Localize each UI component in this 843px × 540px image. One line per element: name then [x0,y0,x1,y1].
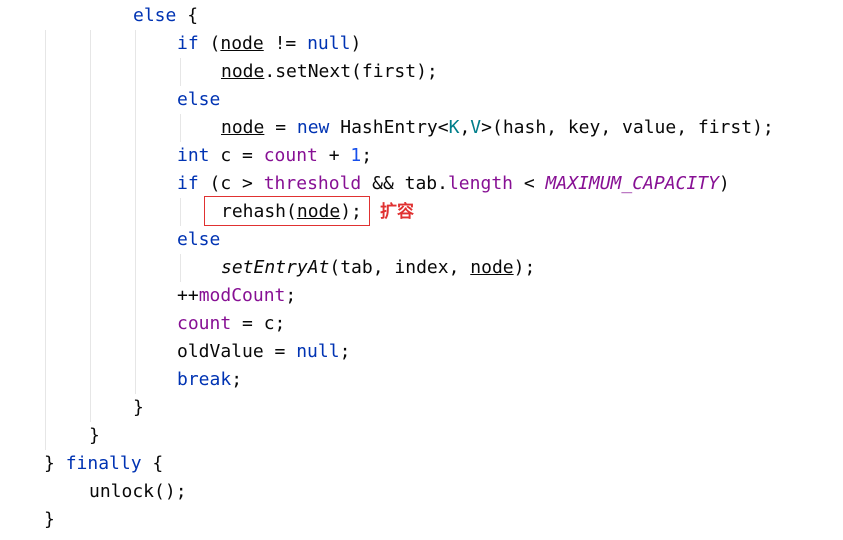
code-token: (c > [198,173,264,194]
indent-guide [180,198,181,226]
code-token: ; [285,285,297,306]
code-token: HashEntry< [329,117,449,138]
code-editor[interactable]: else { if (node != null) node.setNext(fi… [0,0,843,540]
code-token: } [44,453,66,474]
code-line-13: oldValue = null; [177,338,350,366]
field-token: modCount [198,285,286,306]
code-token: } [133,397,144,418]
code-token: ; [339,341,351,362]
field-token: count [263,145,318,166]
keyword-token: if [177,173,199,194]
code-token: = c; [231,313,286,334]
variable-token: node [220,33,264,54]
code-token: ); [513,257,536,278]
keyword-token: finally [65,453,142,474]
annotation-label: 扩容 [380,202,414,222]
code-line-8: rehash(node); [221,198,362,226]
constant-token: MAXIMUM_CAPACITY [545,173,719,194]
code-token: >(hash, key, value, first); [481,117,774,138]
keyword-token: else [133,5,177,26]
code-token: , [459,117,471,138]
field-token: threshold [263,173,362,194]
indent-guide [135,30,136,394]
variable-token: node [296,201,341,222]
keyword-token: new [296,117,330,138]
code-line-10: setEntryAt(tab, index, node); [221,254,535,282]
keyword-token: if [177,33,199,54]
code-token: ( [198,33,221,54]
code-token: .setNext(first); [264,61,438,82]
code-token: < [513,173,546,194]
keyword-token: null [296,341,340,362]
keyword-token: null [307,33,351,54]
code-token: = [264,117,297,138]
code-line-3: node.setNext(first); [221,58,438,86]
code-token: ); [340,201,362,222]
code-token: } [89,425,100,446]
variable-token: node [221,61,265,82]
code-token: unlock(); [89,481,187,502]
code-line-1: else { [133,2,198,30]
number-token: 1 [350,145,362,166]
code-line-5: node = new HashEntry<K,V>(hash, key, val… [221,114,774,142]
code-line-12: count = c; [177,310,285,338]
code-line-9: else [177,226,220,254]
code-token: && tab. [361,173,448,194]
code-token: { [141,453,164,474]
code-line-4: else [177,86,220,114]
variable-token: node [470,257,514,278]
code-line-7: if (c > threshold && tab.length < MAXIMU… [177,170,730,198]
method-token: setEntryAt [221,257,330,278]
keyword-token: break [177,369,232,390]
field-token: length [447,173,513,194]
indent-guide [45,30,46,450]
keyword-token: else [177,89,221,110]
field-token: count [177,313,232,334]
indent-guide [180,114,181,142]
indent-guide [90,30,91,422]
code-line-17: } finally { [44,450,163,478]
code-line-15: } [133,394,144,422]
code-token: ; [361,145,373,166]
code-line-11: ++modCount; [177,282,296,310]
generic-token: V [470,117,482,138]
code-token: + [317,145,351,166]
keyword-token: int [177,145,210,166]
code-line-14: break; [177,366,242,394]
code-token: ; [231,369,243,390]
code-token: ++ [177,285,199,306]
indent-guide [180,254,181,282]
code-token: c = [209,145,264,166]
code-token: != [263,33,308,54]
code-token: ) [718,173,730,194]
code-line-18: unlock(); [89,478,187,506]
keyword-token: else [177,229,221,250]
code-token: (tab, index, [329,257,471,278]
code-line-2: if (node != null) [177,30,361,58]
code-line-16: } [89,422,100,450]
code-line-6: int c = count + 1; [177,142,372,170]
generic-token: K [448,117,460,138]
variable-token: node [221,117,265,138]
indent-guide [180,58,181,86]
code-token: } [44,509,55,530]
code-line-19: } [44,506,55,534]
code-token: { [176,5,199,26]
code-token: oldValue = [177,341,297,362]
code-token: rehash( [221,201,297,222]
code-token: ) [350,33,362,54]
